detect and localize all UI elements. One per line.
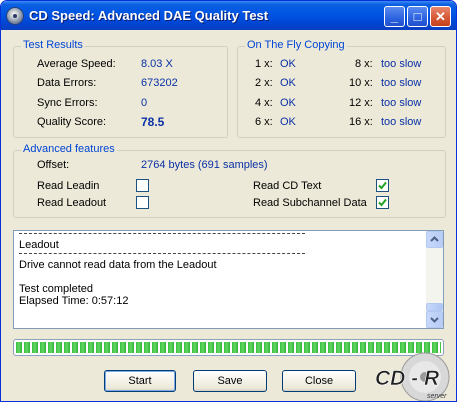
- log-textbox[interactable]: Leadout Drive cannot read data from the L…: [13, 230, 444, 329]
- close-button[interactable]: Close: [282, 370, 356, 392]
- advanced-features-title: Advanced features: [21, 143, 117, 155]
- maximize-button[interactable]: □: [407, 6, 428, 27]
- close-window-button[interactable]: ✕: [430, 6, 451, 27]
- speed-16x-label: 16 x:: [349, 116, 373, 128]
- sync-errors-value: 0: [141, 97, 148, 109]
- scroll-down-button[interactable]: [426, 311, 443, 328]
- read-cd-text-label: Read CD Text: [253, 180, 322, 192]
- log-line: Test completed: [19, 283, 93, 295]
- close-icon: ✕: [435, 9, 446, 24]
- speed-6x-status: OK: [280, 116, 296, 128]
- log-content: Leadout Drive cannot read data from the L…: [19, 231, 424, 307]
- title-bar[interactable]: CD Speed: Advanced DAE Quality Test _ □ …: [1, 1, 456, 30]
- offset-label: Offset:: [37, 159, 70, 171]
- speed-10x-status: too slow: [381, 77, 422, 89]
- data-errors-label: Data Errors:: [37, 77, 97, 89]
- quality-score-value: 78.5: [141, 115, 165, 129]
- log-scrollbar[interactable]: [426, 231, 443, 328]
- speed-1x-status: OK: [280, 58, 296, 70]
- average-speed-label: Average Speed:: [37, 58, 116, 70]
- speed-6x-label: 6 x:: [255, 116, 273, 128]
- speed-1x-label: 1 x:: [255, 58, 273, 70]
- maximize-icon: □: [413, 9, 422, 24]
- read-leadout-label: Read Leadout: [37, 197, 107, 209]
- read-leadin-checkbox[interactable]: [136, 179, 149, 192]
- window-title: CD Speed: Advanced DAE Quality Test: [29, 8, 269, 23]
- speed-8x-label: 8 x:: [355, 58, 373, 70]
- minimize-button[interactable]: _: [384, 6, 405, 27]
- checkmark-icon: [378, 198, 387, 207]
- save-button[interactable]: Save: [193, 370, 267, 392]
- logo-subtext: server: [427, 393, 447, 400]
- scroll-up-button[interactable]: [426, 231, 443, 248]
- speed-8x-status: too slow: [381, 58, 422, 70]
- on-the-fly-title: On The Fly Copying: [245, 39, 347, 51]
- start-button-label: Start: [128, 375, 152, 387]
- cd-r-server-logo: CD - R server: [375, 352, 450, 401]
- read-leadout-checkbox[interactable]: [136, 196, 149, 209]
- speed-12x-label: 12 x:: [349, 97, 373, 109]
- start-button[interactable]: Start: [104, 370, 176, 392]
- sync-errors-label: Sync Errors:: [37, 97, 98, 109]
- speed-16x-status: too slow: [381, 116, 422, 128]
- speed-2x-status: OK: [280, 77, 296, 89]
- cd-disc-icon: [7, 8, 23, 24]
- read-subchannel-label: Read Subchannel Data: [253, 197, 367, 209]
- scroll-thumb[interactable]: [426, 303, 443, 311]
- speed-10x-label: 10 x:: [349, 77, 373, 89]
- test-results-group: Test Results Average Speed: 8.03 X Data …: [13, 39, 228, 138]
- log-line: Drive cannot read data from the Leadout: [19, 259, 217, 271]
- on-the-fly-group: On The Fly Copying 1 x: OK 8 x: too slow…: [237, 39, 446, 138]
- test-results-title: Test Results: [21, 39, 85, 51]
- speed-4x-label: 4 x:: [255, 97, 273, 109]
- minimize-icon: _: [390, 9, 399, 24]
- read-leadin-label: Read Leadin: [37, 180, 100, 192]
- average-speed-value: 8.03 X: [141, 58, 173, 70]
- read-subchannel-checkbox[interactable]: [376, 196, 389, 209]
- log-blank-line: [19, 271, 424, 283]
- speed-4x-status: OK: [280, 97, 296, 109]
- log-line: Elapsed Time: 0:57:12: [19, 295, 129, 307]
- logo-text: CD - R: [375, 367, 440, 390]
- advanced-features-group: Advanced features Offset: 2764 bytes (69…: [13, 143, 446, 218]
- data-errors-value: 673202: [141, 77, 178, 89]
- speed-12x-status: too slow: [381, 97, 422, 109]
- log-line: Leadout: [19, 239, 59, 251]
- offset-value: 2764 bytes (691 samples): [141, 159, 268, 171]
- read-cd-text-checkbox[interactable]: [376, 179, 389, 192]
- checkmark-icon: [378, 181, 387, 190]
- scroll-down-icon: [430, 317, 439, 323]
- app-window: CD Speed: Advanced DAE Quality Test _ □ …: [0, 0, 457, 402]
- quality-score-label: Quality Score:: [37, 116, 107, 128]
- speed-2x-label: 2 x:: [255, 77, 273, 89]
- save-button-label: Save: [217, 375, 243, 387]
- scroll-up-icon: [430, 236, 439, 242]
- close-button-label: Close: [304, 375, 334, 387]
